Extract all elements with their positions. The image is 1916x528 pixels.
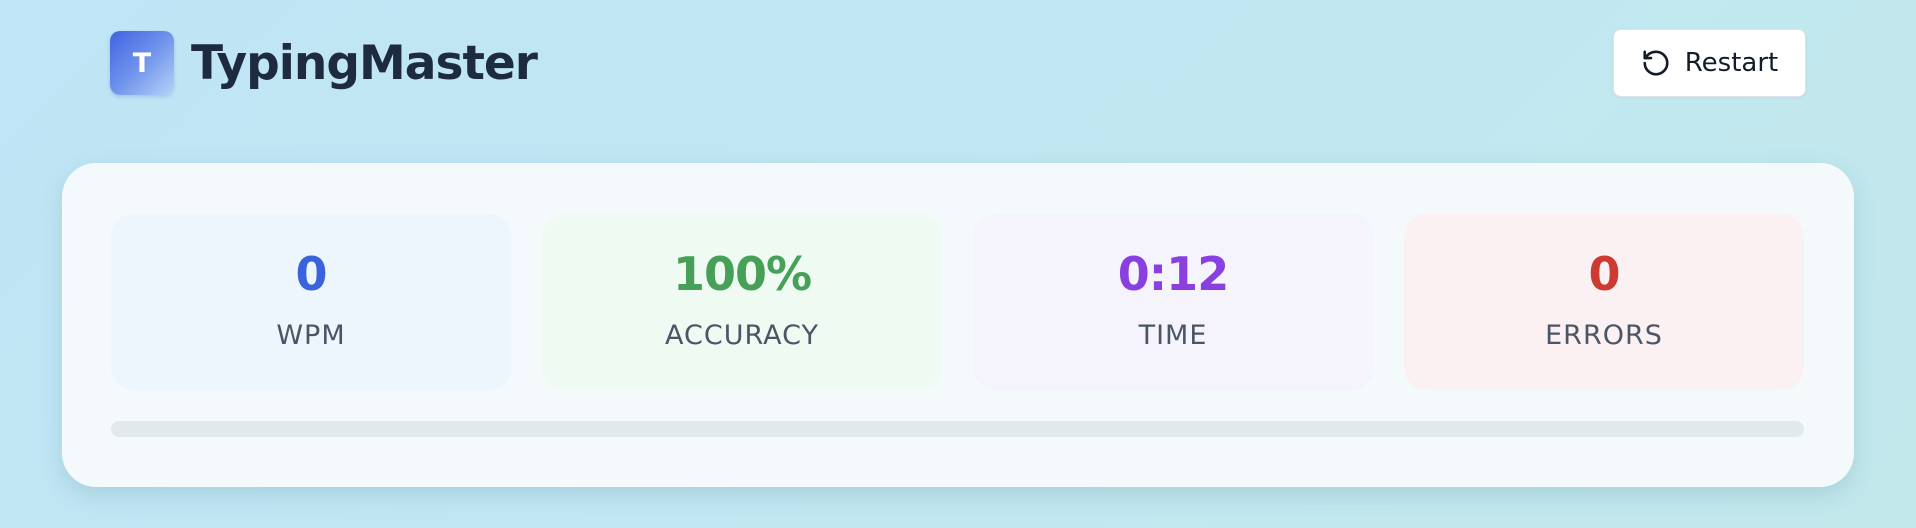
wpm-value: 0 [295, 247, 327, 301]
progress-bar [111, 421, 1804, 437]
restart-button[interactable]: Restart [1613, 29, 1806, 97]
time-label: TIME [1138, 320, 1208, 351]
stat-wpm: 0 WPM [111, 214, 511, 390]
wpm-label: WPM [276, 320, 346, 351]
app-logo: T TypingMaster [110, 31, 538, 95]
accuracy-value: 100% [672, 247, 812, 301]
restart-label: Restart [1684, 48, 1779, 78]
restart-icon [1641, 48, 1671, 78]
stat-time: 0:12 TIME [973, 214, 1373, 390]
app-title: TypingMaster [191, 35, 538, 91]
stat-accuracy: 100% ACCURACY [542, 214, 942, 390]
errors-label: ERRORS [1545, 320, 1663, 351]
stats-card: 0 WPM 100% ACCURACY 0:12 TIME 0 ERRORS [62, 163, 1854, 487]
logo-mark: T [110, 31, 174, 95]
app-header: T TypingMaster Restart [110, 29, 1806, 97]
time-value: 0:12 [1117, 247, 1229, 301]
errors-value: 0 [1588, 247, 1620, 301]
accuracy-label: ACCURACY [665, 320, 819, 351]
stat-errors: 0 ERRORS [1404, 214, 1804, 390]
